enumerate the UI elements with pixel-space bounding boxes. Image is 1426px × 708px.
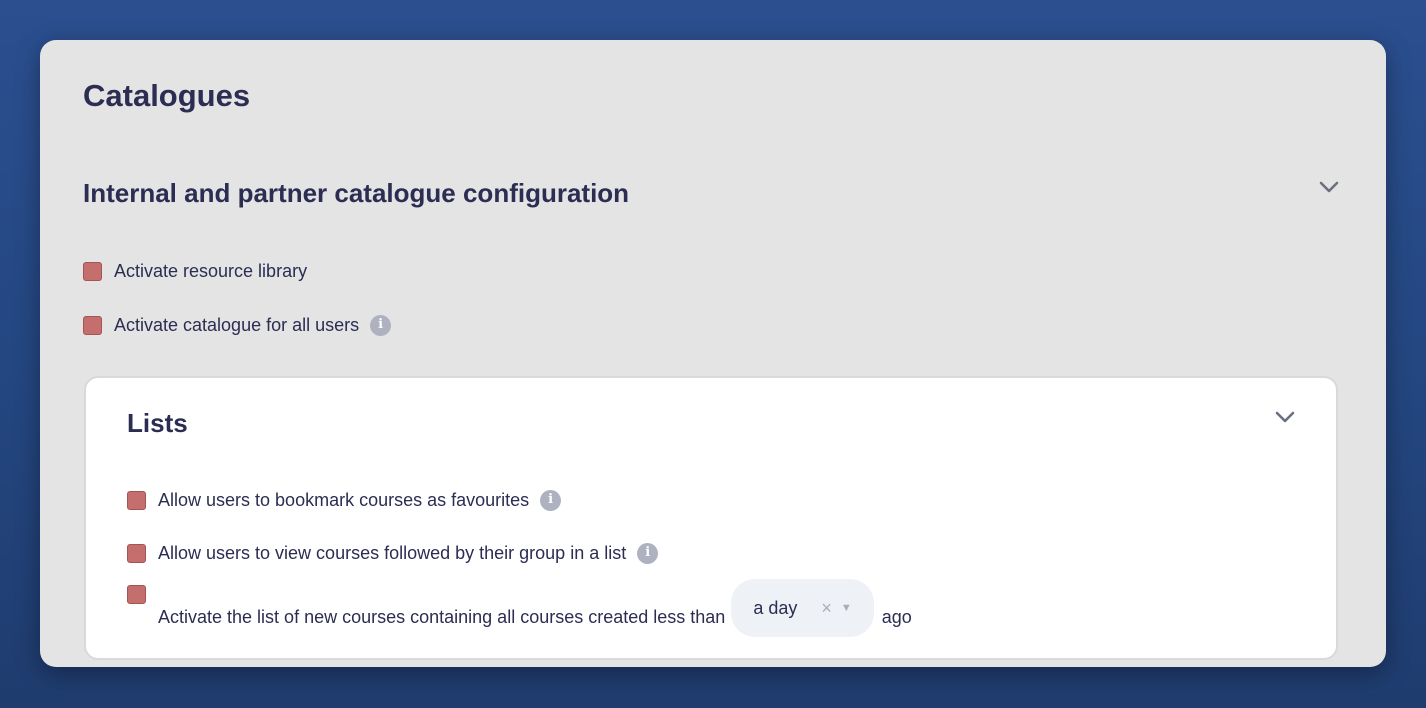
page-title: Catalogues <box>83 78 251 113</box>
section-collapse-toggle[interactable] <box>1318 176 1340 198</box>
section-title: Internal and partner catalogue configura… <box>83 178 630 208</box>
option-label: Allow users to view courses followed by … <box>158 543 627 563</box>
period-select[interactable]: a day × ▼ <box>731 579 874 637</box>
option-label: Allow users to bookmark courses as favou… <box>158 490 530 510</box>
lists-card: Lists Allow users to bookmark courses as… <box>84 376 1338 660</box>
info-icon[interactable]: i <box>370 314 392 336</box>
option-label: Activate catalogue for all users <box>114 315 360 335</box>
option-row: Activate the list of new courses contain… <box>158 579 912 637</box>
option-resource-library: Activate resource library <box>83 260 307 282</box>
lists-title: Lists <box>127 408 188 438</box>
resource-library-checkbox[interactable] <box>83 261 102 281</box>
chevron-down-icon <box>1275 411 1295 423</box>
group-courses-list-checkbox[interactable] <box>127 543 146 563</box>
info-icon[interactable]: i <box>637 542 659 564</box>
new-courses-list-checkbox[interactable] <box>127 585 146 604</box>
catalogue-all-users-checkbox[interactable] <box>83 315 102 335</box>
option-label: Activate resource library <box>114 261 308 281</box>
caret-down-icon[interactable]: ▼ <box>841 597 852 619</box>
option-bookmark-favourites: Allow users to bookmark courses as favou… <box>127 489 562 511</box>
option-new-courses-list: Activate the list of new courses contain… <box>127 579 912 637</box>
option-catalogue-all-users: Activate catalogue for all users i <box>83 314 392 336</box>
clear-icon[interactable]: × <box>821 597 832 619</box>
chevron-down-icon <box>1319 181 1339 193</box>
lists-collapse-toggle[interactable] <box>1274 406 1296 428</box>
option-suffix: ago <box>881 607 912 627</box>
info-icon[interactable]: i <box>540 489 562 511</box>
bookmark-favourites-checkbox[interactable] <box>127 490 146 510</box>
option-label: Activate the list of new courses contain… <box>158 607 726 627</box>
period-select-value: a day <box>753 598 798 618</box>
catalogues-panel: Catalogues Internal and partner catalogu… <box>40 40 1386 667</box>
option-group-courses-list: Allow users to view courses followed by … <box>127 542 659 564</box>
